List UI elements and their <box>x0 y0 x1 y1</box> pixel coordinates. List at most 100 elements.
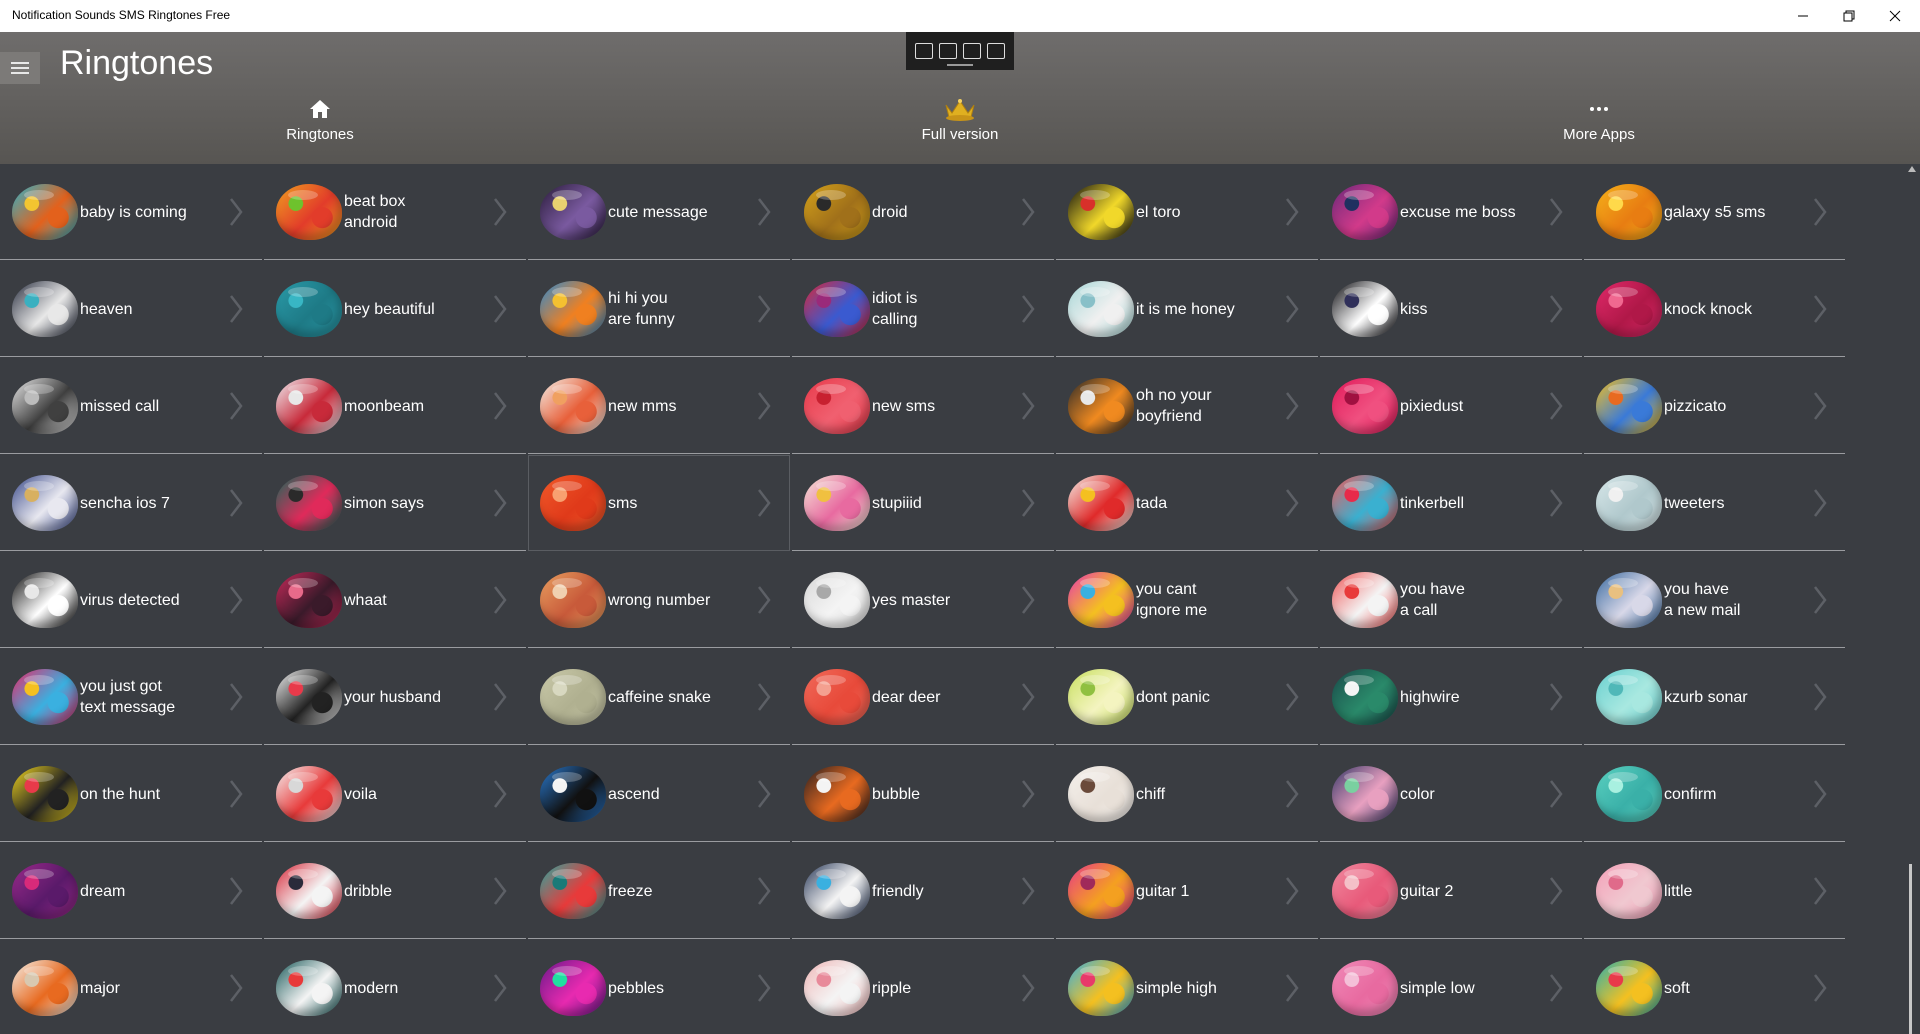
hamburger-menu-button[interactable] <box>0 52 40 84</box>
ringtone-item[interactable]: guitar 1 <box>1056 843 1318 939</box>
chevron-right-icon[interactable] <box>1538 194 1574 230</box>
ringtone-item[interactable]: freeze <box>528 843 790 939</box>
chevron-right-icon[interactable] <box>482 970 518 1006</box>
chevron-right-icon[interactable] <box>1274 679 1310 715</box>
chevron-right-icon[interactable] <box>218 388 254 424</box>
close-icon[interactable] <box>1872 0 1918 32</box>
chevron-right-icon[interactable] <box>746 582 782 618</box>
chevron-right-icon[interactable] <box>1802 388 1838 424</box>
chevron-right-icon[interactable] <box>746 194 782 230</box>
ringtone-item[interactable]: hey beautiful <box>264 261 526 357</box>
ringtone-item[interactable]: sencha ios 7 <box>0 455 262 551</box>
ringtone-item[interactable]: idiot is calling <box>792 261 1054 357</box>
chevron-right-icon[interactable] <box>218 873 254 909</box>
ringtone-item[interactable]: heaven <box>0 261 262 357</box>
ringtone-item[interactable]: highwire <box>1320 649 1582 745</box>
chevron-right-icon[interactable] <box>482 873 518 909</box>
chevron-right-icon[interactable] <box>1010 194 1046 230</box>
nav-ringtones[interactable]: Ringtones <box>220 96 420 143</box>
ringtone-item[interactable]: guitar 2 <box>1320 843 1582 939</box>
ringtone-item[interactable]: new mms <box>528 358 790 454</box>
ringtone-item[interactable]: tada <box>1056 455 1318 551</box>
ringtone-item[interactable]: you have a call <box>1320 552 1582 648</box>
inspect-icon[interactable] <box>987 43 1005 59</box>
ringtone-item[interactable]: yes master <box>792 552 1054 648</box>
chevron-right-icon[interactable] <box>1802 776 1838 812</box>
ringtone-item[interactable]: you have a new mail <box>1584 552 1845 648</box>
chevron-right-icon[interactable] <box>746 873 782 909</box>
ringtone-item[interactable]: little <box>1584 843 1845 939</box>
ringtone-item[interactable]: caffeine snake <box>528 649 790 745</box>
ringtone-item[interactable]: missed call <box>0 358 262 454</box>
chevron-right-icon[interactable] <box>1010 873 1046 909</box>
chevron-right-icon[interactable] <box>1538 873 1574 909</box>
ringtone-item[interactable]: excuse me boss <box>1320 164 1582 260</box>
ringtone-item[interactable]: bubble <box>792 746 1054 842</box>
chevron-right-icon[interactable] <box>1538 485 1574 521</box>
chevron-right-icon[interactable] <box>746 776 782 812</box>
ringtone-item[interactable]: you cant ignore me <box>1056 552 1318 648</box>
chevron-right-icon[interactable] <box>1274 873 1310 909</box>
ringtone-item[interactable]: voila <box>264 746 526 842</box>
ringtone-item[interactable]: baby is coming <box>0 164 262 260</box>
ringtone-item[interactable]: it is me honey <box>1056 261 1318 357</box>
chevron-right-icon[interactable] <box>746 970 782 1006</box>
frame-icon[interactable] <box>963 43 981 59</box>
chevron-right-icon[interactable] <box>1538 388 1574 424</box>
minimize-icon[interactable] <box>1780 0 1826 32</box>
chevron-right-icon[interactable] <box>1802 291 1838 327</box>
chevron-right-icon[interactable] <box>1802 582 1838 618</box>
ringtone-item[interactable]: pizzicato <box>1584 358 1845 454</box>
chevron-right-icon[interactable] <box>1274 485 1310 521</box>
chevron-right-icon[interactable] <box>1010 291 1046 327</box>
chevron-right-icon[interactable] <box>218 194 254 230</box>
nav-full-version[interactable]: Full version <box>860 96 1060 143</box>
ringtone-item[interactable]: on the hunt <box>0 746 262 842</box>
chevron-right-icon[interactable] <box>1538 582 1574 618</box>
chevron-right-icon[interactable] <box>1010 485 1046 521</box>
ringtone-item[interactable]: ascend <box>528 746 790 842</box>
chevron-right-icon[interactable] <box>482 582 518 618</box>
ringtone-item[interactable]: color <box>1320 746 1582 842</box>
chevron-right-icon[interactable] <box>1010 388 1046 424</box>
ringtone-item[interactable]: ripple <box>792 940 1054 1034</box>
chevron-right-icon[interactable] <box>1538 776 1574 812</box>
ringtone-item[interactable]: hi hi you are funny <box>528 261 790 357</box>
ringtone-item[interactable]: cute message <box>528 164 790 260</box>
chevron-right-icon[interactable] <box>1274 388 1310 424</box>
ringtone-item[interactable]: beat box android <box>264 164 526 260</box>
ringtone-item[interactable]: simple high <box>1056 940 1318 1034</box>
ringtone-item[interactable]: pixiedust <box>1320 358 1582 454</box>
chevron-right-icon[interactable] <box>218 970 254 1006</box>
chevron-right-icon[interactable] <box>1802 679 1838 715</box>
chevron-right-icon[interactable] <box>1274 970 1310 1006</box>
ringtone-item[interactable]: friendly <box>792 843 1054 939</box>
ringtone-item[interactable]: whaat <box>264 552 526 648</box>
chevron-right-icon[interactable] <box>1274 291 1310 327</box>
ringtone-item[interactable]: stupiiid <box>792 455 1054 551</box>
ringtone-item[interactable]: your husband <box>264 649 526 745</box>
chevron-right-icon[interactable] <box>218 776 254 812</box>
scroll-up-icon[interactable] <box>1908 166 1916 172</box>
chevron-right-icon[interactable] <box>482 776 518 812</box>
ringtone-item[interactable]: tinkerbell <box>1320 455 1582 551</box>
ringtone-item[interactable]: dribble <box>264 843 526 939</box>
chevron-right-icon[interactable] <box>746 679 782 715</box>
chevron-right-icon[interactable] <box>1802 194 1838 230</box>
chevron-right-icon[interactable] <box>218 582 254 618</box>
ringtone-item[interactable]: wrong number <box>528 552 790 648</box>
ringtone-item[interactable]: knock knock <box>1584 261 1845 357</box>
chevron-right-icon[interactable] <box>1274 776 1310 812</box>
nav-more-apps[interactable]: More Apps <box>1499 96 1699 143</box>
ringtone-item[interactable]: you just got text message <box>0 649 262 745</box>
chevron-right-icon[interactable] <box>482 485 518 521</box>
ringtone-item[interactable]: new sms <box>792 358 1054 454</box>
chevron-right-icon[interactable] <box>1010 776 1046 812</box>
chevron-right-icon[interactable] <box>1802 970 1838 1006</box>
ringtone-item[interactable]: chiff <box>1056 746 1318 842</box>
chevron-right-icon[interactable] <box>218 485 254 521</box>
chevron-right-icon[interactable] <box>482 194 518 230</box>
ringtone-item[interactable]: simon says <box>264 455 526 551</box>
overlay-handle[interactable] <box>947 64 973 66</box>
chevron-right-icon[interactable] <box>482 388 518 424</box>
